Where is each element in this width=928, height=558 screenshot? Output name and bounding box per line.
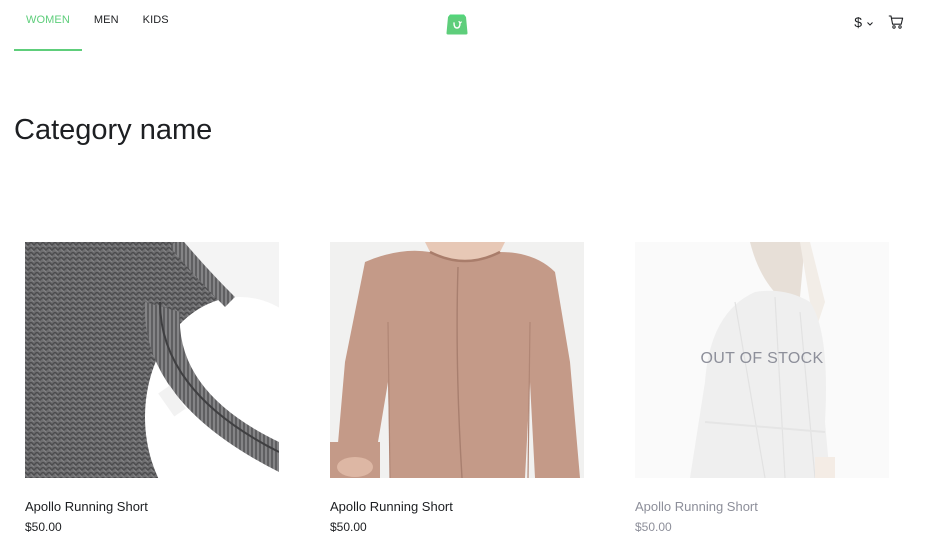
header-actions: $ — [854, 14, 904, 30]
product-price: $50.00 — [25, 520, 62, 534]
product-name[interactable]: Apollo Running Short — [635, 499, 889, 514]
product-image[interactable] — [330, 242, 584, 478]
product-card[interactable]: Apollo Running Short $50.00 — [25, 242, 279, 534]
nav-tab-men[interactable]: MEN — [82, 0, 131, 51]
category-nav: WOMEN MEN KIDS — [14, 0, 181, 51]
currency-switcher[interactable]: $ — [854, 14, 874, 30]
product-price: $50.00 — [635, 520, 672, 534]
product-card[interactable]: OUT OF STOCK Apollo Running Short $50.00 — [635, 242, 889, 534]
product-image[interactable]: OUT OF STOCK — [635, 242, 889, 478]
product-name[interactable]: Apollo Running Short — [330, 499, 584, 514]
product-card[interactable]: Apollo Running Short $50.00 — [330, 242, 584, 534]
page-title: Category name — [14, 114, 213, 146]
nav-tab-kids[interactable]: KIDS — [131, 0, 181, 51]
cart-icon[interactable] — [888, 14, 904, 30]
header: WOMEN MEN KIDS $ — [0, 0, 928, 52]
nav-tab-women[interactable]: WOMEN — [14, 0, 82, 51]
product-image[interactable] — [25, 242, 279, 478]
currency-symbol: $ — [854, 14, 862, 30]
chevron-down-icon — [866, 14, 874, 30]
shopping-bag-icon[interactable] — [445, 13, 469, 35]
product-name[interactable]: Apollo Running Short — [25, 499, 279, 514]
product-price: $50.00 — [330, 520, 367, 534]
out-of-stock-label: OUT OF STOCK — [700, 350, 824, 367]
